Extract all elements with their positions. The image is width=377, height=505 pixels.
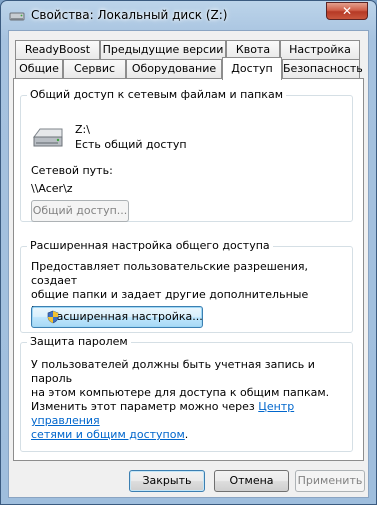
network-center-link-part-2[interactable]: сетями и общим доступом <box>31 428 185 441</box>
advanced-sharing-group: Расширенная настройка общего доступа Пре… <box>20 239 353 333</box>
share-status: Есть общий доступ <box>75 138 187 151</box>
tab-previous-versions[interactable]: Предыдущие версии <box>100 40 226 60</box>
drive-letter: Z:\ <box>75 123 90 136</box>
close-window-button[interactable]: ✕ <box>326 2 368 20</box>
advanced-description-line-1: Предоставляет пользовательские разрешени… <box>31 260 308 287</box>
share-button[interactable]: Общий доступ... <box>31 200 129 222</box>
tab-general[interactable]: Общие <box>15 59 63 79</box>
password-protection-group: Защита паролем У пользователей должны бы… <box>20 335 353 452</box>
tab-customize[interactable]: Настройка <box>280 40 360 60</box>
properties-window: Свойства: Локальный диск (Z:) ✕ ReadyBoo… <box>0 0 377 505</box>
drive-window-icon <box>9 12 25 21</box>
tab-hardware[interactable]: Оборудование <box>126 59 222 79</box>
password-line-3: Изменить этот параметр можно через Центр… <box>31 400 352 428</box>
network-sharing-group-title: Общий доступ к сетевым файлам и папкам <box>27 88 286 101</box>
sharing-tab-panel: Общий доступ к сетевым файлам и папкам Z… <box>13 78 364 461</box>
password-line-2: на этом компьютере для доступа к общим п… <box>31 386 330 399</box>
password-line-3-prefix: Изменить этот параметр можно через <box>31 400 259 413</box>
advanced-sharing-group-title: Расширенная настройка общего доступа <box>27 239 273 252</box>
network-path-value: \\Acer\z <box>31 182 73 195</box>
password-line-1: У пользователей должны быть учетная запи… <box>31 358 315 385</box>
cancel-button[interactable]: Отмена <box>214 470 289 492</box>
tab-readyboost[interactable]: ReadyBoost <box>15 40 100 60</box>
apply-button[interactable]: Применить <box>295 470 365 492</box>
tab-tools[interactable]: Сервис <box>63 59 126 79</box>
hard-drive-icon <box>33 128 63 147</box>
advanced-sharing-button[interactable]: Расширенная настройка... <box>31 306 203 328</box>
password-line-4-suffix: . <box>184 428 189 441</box>
password-protection-group-title: Защита паролем <box>27 335 131 348</box>
tab-sharing[interactable]: Доступ <box>222 57 282 80</box>
window-title: Свойства: Локальный диск (Z:) <box>31 8 228 22</box>
password-line-4: сетями и общим доступом. <box>31 428 352 442</box>
close-button[interactable]: Закрыть <box>129 470 205 492</box>
dialog-client-area: ReadyBoost Предыдущие версии Квота Настр… <box>8 30 369 498</box>
uac-shield-icon <box>47 310 59 324</box>
title-bar[interactable]: Свойства: Локальный диск (Z:) ✕ <box>1 1 376 31</box>
password-protection-description: У пользователей должны быть учетная запи… <box>31 358 352 442</box>
network-sharing-group: Общий доступ к сетевым файлам и папкам Z… <box>20 88 353 222</box>
network-path-label: Сетевой путь: <box>31 164 113 177</box>
tab-security[interactable]: Безопасность <box>282 59 363 79</box>
